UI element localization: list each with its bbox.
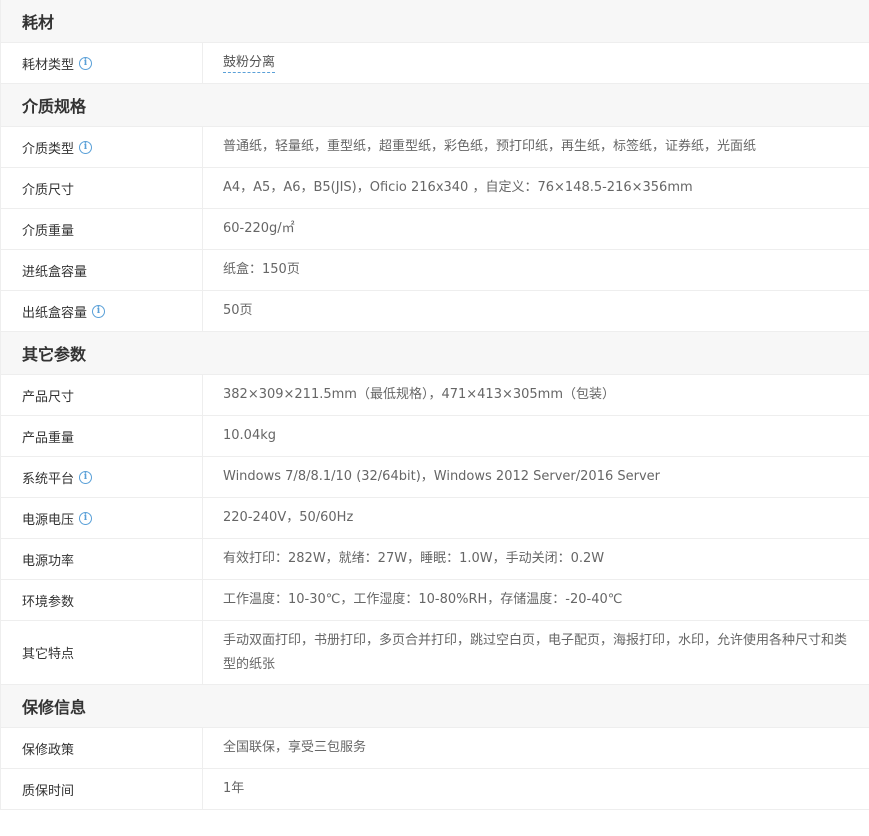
spec-value: 全国联保，享受三包服务: [223, 740, 367, 755]
spec-label: 保修政策: [1, 728, 203, 768]
spec-value: A4，A5，A6，B5(JIS)，Oficio 216x340 ，自定义：76×…: [223, 180, 693, 195]
spec-row-input-tray: 进纸盒容量 纸盒：150页: [1, 250, 869, 291]
spec-label-text: 出纸盒容量: [22, 305, 88, 321]
spec-label: 电源电压 i: [1, 498, 203, 538]
spec-value: 50页: [223, 303, 253, 318]
spec-value: 鼓粉分离: [203, 43, 869, 83]
spec-label-text: 介质类型: [22, 141, 75, 157]
spec-value: Windows 7/8/8.1/10 (32/64bit)，Windows 20…: [223, 469, 660, 484]
spec-label: 环境参数: [1, 580, 203, 620]
spec-row-output-tray: 出纸盒容量 i 50页: [1, 291, 869, 332]
spec-label: 介质类型 i: [1, 127, 203, 167]
spec-label: 系统平台 i: [1, 457, 203, 497]
spec-row-warranty-policy: 保修政策 全国联保，享受三包服务: [1, 728, 869, 769]
info-icon[interactable]: i: [79, 511, 93, 525]
spec-label-text: 电源电压: [22, 512, 75, 528]
spec-value: 有效打印：282W，就绪：27W，睡眠：1.0W，手动关闭：0.2W: [223, 551, 605, 566]
spec-value: 382×309×211.5mm（最低规格），471×413×305mm（包装）: [223, 387, 616, 402]
spec-label-text: 耗材类型: [22, 57, 75, 73]
spec-row-product-size: 产品尺寸 382×309×211.5mm（最低规格），471×413×305mm…: [1, 375, 869, 416]
spec-value: 纸盒：150页: [223, 262, 300, 277]
spec-label: 进纸盒容量: [1, 250, 203, 290]
spec-row-media-size: 介质尺寸 A4，A5，A6，B5(JIS)，Oficio 216x340 ，自定…: [1, 168, 869, 209]
spec-value: 1年: [223, 781, 245, 796]
spec-row-product-weight: 产品重量 10.04kg: [1, 416, 869, 457]
spec-row-power-consumption: 电源功率 有效打印：282W，就绪：27W，睡眠：1.0W，手动关闭：0.2W: [1, 539, 869, 580]
section-header-warranty: 保修信息: [1, 685, 869, 728]
spec-row-consumable-type: 耗材类型 i 鼓粉分离: [1, 43, 869, 84]
spec-label: 电源功率: [1, 539, 203, 579]
spec-row-media-weight: 介质重量 60-220g/㎡: [1, 209, 869, 250]
spec-value: 10.04kg: [223, 428, 276, 443]
spec-row-media-type: 介质类型 i 普通纸，轻量纸，重型纸，超重型纸，彩色纸，预打印纸，再生纸，标签纸…: [1, 127, 869, 168]
spec-row-os-platform: 系统平台 i Windows 7/8/8.1/10 (32/64bit)，Win…: [1, 457, 869, 498]
info-icon[interactable]: i: [79, 140, 93, 154]
spec-label-text: 系统平台: [22, 471, 75, 487]
info-icon[interactable]: i: [79, 470, 93, 484]
spec-label: 产品尺寸: [1, 375, 203, 415]
spec-label: 其它特点: [1, 621, 203, 684]
section-header-consumables: 耗材: [1, 0, 869, 43]
spec-value: 普通纸，轻量纸，重型纸，超重型纸，彩色纸，预打印纸，再生纸，标签纸，证券纸，光面…: [223, 139, 757, 154]
spec-label: 出纸盒容量 i: [1, 291, 203, 331]
spec-value: 手动双面打印，书册打印，多页合并打印，跳过空白页，电子配页，海报打印，水印，允许…: [223, 632, 848, 672]
spec-label: 介质重量: [1, 209, 203, 249]
spec-row-power-voltage: 电源电压 i 220-240V，50/60Hz: [1, 498, 869, 539]
info-icon[interactable]: i: [79, 56, 93, 70]
spec-label: 介质尺寸: [1, 168, 203, 208]
spec-row-other-features: 其它特点 手动双面打印，书册打印，多页合并打印，跳过空白页，电子配页，海报打印，…: [1, 621, 869, 685]
spec-table: 耗材 耗材类型 i 鼓粉分离 介质规格 介质类型 i 普通纸，轻量纸，重型纸，超…: [0, 0, 869, 810]
section-header-other: 其它参数: [1, 332, 869, 375]
spec-value: 220-240V，50/60Hz: [223, 510, 354, 525]
spec-row-environment: 环境参数 工作温度：10-30℃，工作湿度：10-80%RH，存储温度：-20-…: [1, 580, 869, 621]
spec-value: 60-220g/㎡: [223, 221, 295, 236]
spec-label: 质保时间: [1, 769, 203, 809]
section-header-media: 介质规格: [1, 84, 869, 127]
consumable-type-link[interactable]: 鼓粉分离: [223, 54, 276, 73]
spec-label: 产品重量: [1, 416, 203, 456]
spec-row-warranty-period: 质保时间 1年: [1, 769, 869, 810]
spec-label: 耗材类型 i: [1, 43, 203, 83]
spec-value: 工作温度：10-30℃，工作湿度：10-80%RH，存储温度：-20-40℃: [223, 592, 623, 607]
info-icon[interactable]: i: [92, 304, 106, 318]
